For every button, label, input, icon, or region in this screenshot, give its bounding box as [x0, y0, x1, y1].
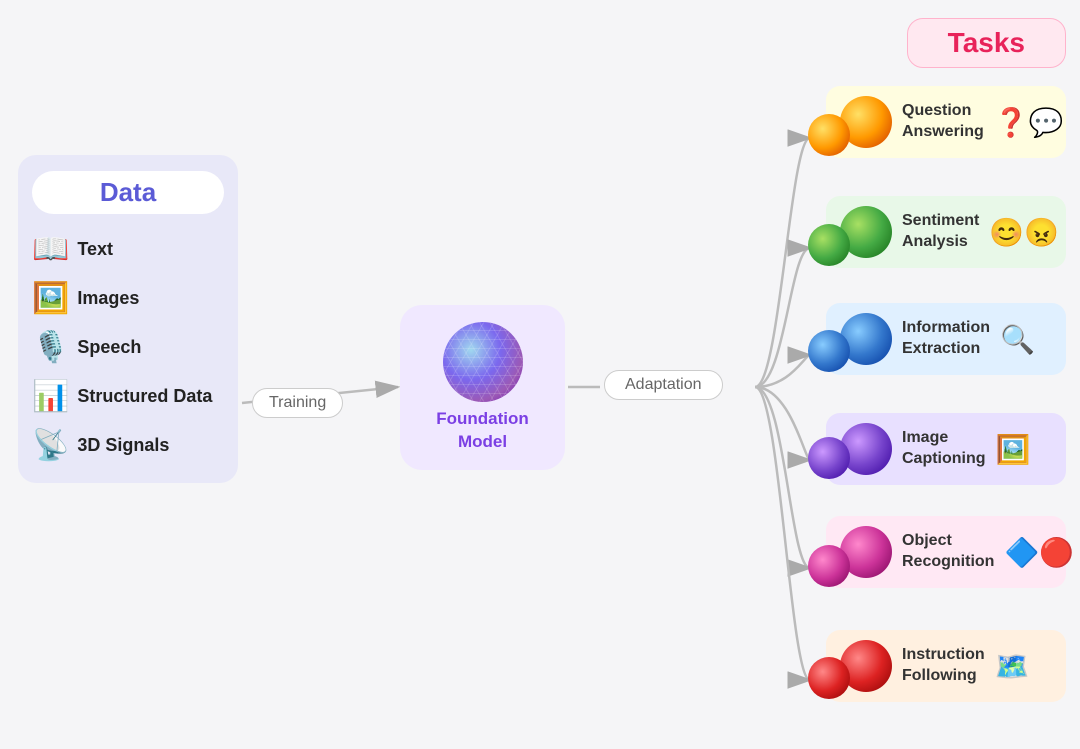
caption-label: ImageCaptioning — [902, 428, 986, 470]
task-card-sentiment: SentimentAnalysis 😊😠 — [826, 196, 1066, 268]
structured-icon: 📊 — [32, 379, 69, 414]
task-card-object: ObjectRecognition 🔷🔴 — [826, 516, 1066, 588]
qa-node-sphere — [808, 114, 850, 156]
training-label: Training — [252, 388, 343, 418]
data-label-images: Images — [77, 288, 139, 309]
caption-icon: 🖼️ — [996, 433, 1031, 466]
task-card-caption: ImageCaptioning 🖼️ — [826, 413, 1066, 485]
sentiment-label: SentimentAnalysis — [902, 211, 979, 253]
speech-icon: 🎙️ — [32, 330, 69, 365]
instruction-icon: 🗺️ — [995, 650, 1030, 683]
images-icon: 🖼️ — [32, 281, 69, 316]
data-item-speech: 🎙️ Speech — [32, 330, 224, 365]
task-card-instruction: InstructionFollowing 🗺️ — [826, 630, 1066, 702]
data-item-3d: 📡 3D Signals — [32, 428, 224, 463]
instruction-label: InstructionFollowing — [902, 645, 985, 687]
qa-label: QuestionAnswering — [902, 101, 984, 143]
object-label: ObjectRecognition — [902, 531, 994, 573]
data-title: Data — [100, 177, 156, 207]
adaptation-label: Adaptation — [604, 370, 723, 400]
foundation-sphere — [443, 322, 523, 402]
text-icon: 📖 — [32, 232, 69, 267]
info-label: InformationExtraction — [902, 318, 990, 360]
task-card-info: InformationExtraction 🔍 — [826, 303, 1066, 375]
data-panel: Data 📖 Text 🖼️ Images 🎙️ Speech 📊 Struct… — [18, 155, 238, 483]
sentiment-icon: 😊😠 — [989, 216, 1059, 249]
foundation-model-box: FoundationModel — [400, 305, 565, 470]
caption-node-sphere — [808, 437, 850, 479]
3d-icon: 📡 — [32, 428, 69, 463]
instruction-node-sphere — [808, 657, 850, 699]
data-label-3d: 3D Signals — [77, 435, 169, 456]
data-item-structured: 📊 Structured Data — [32, 379, 224, 414]
data-label-structured: Structured Data — [77, 386, 212, 407]
data-label-speech: Speech — [77, 337, 141, 358]
task-card-qa: QuestionAnswering ❓💬 — [826, 86, 1066, 158]
data-label-text: Text — [77, 239, 113, 260]
sentiment-node-sphere — [808, 224, 850, 266]
data-title-box: Data — [32, 171, 224, 214]
qa-icon: ❓💬 — [994, 106, 1064, 139]
info-icon: 🔍 — [1000, 323, 1035, 356]
tasks-box: Tasks — [907, 18, 1066, 68]
data-item-images: 🖼️ Images — [32, 281, 224, 316]
object-icon: 🔷🔴 — [1004, 536, 1074, 569]
info-node-sphere — [808, 330, 850, 372]
data-item-text: 📖 Text — [32, 232, 224, 267]
foundation-model-label: FoundationModel — [436, 408, 529, 452]
object-node-sphere — [808, 545, 850, 587]
tasks-title: Tasks — [948, 27, 1025, 58]
